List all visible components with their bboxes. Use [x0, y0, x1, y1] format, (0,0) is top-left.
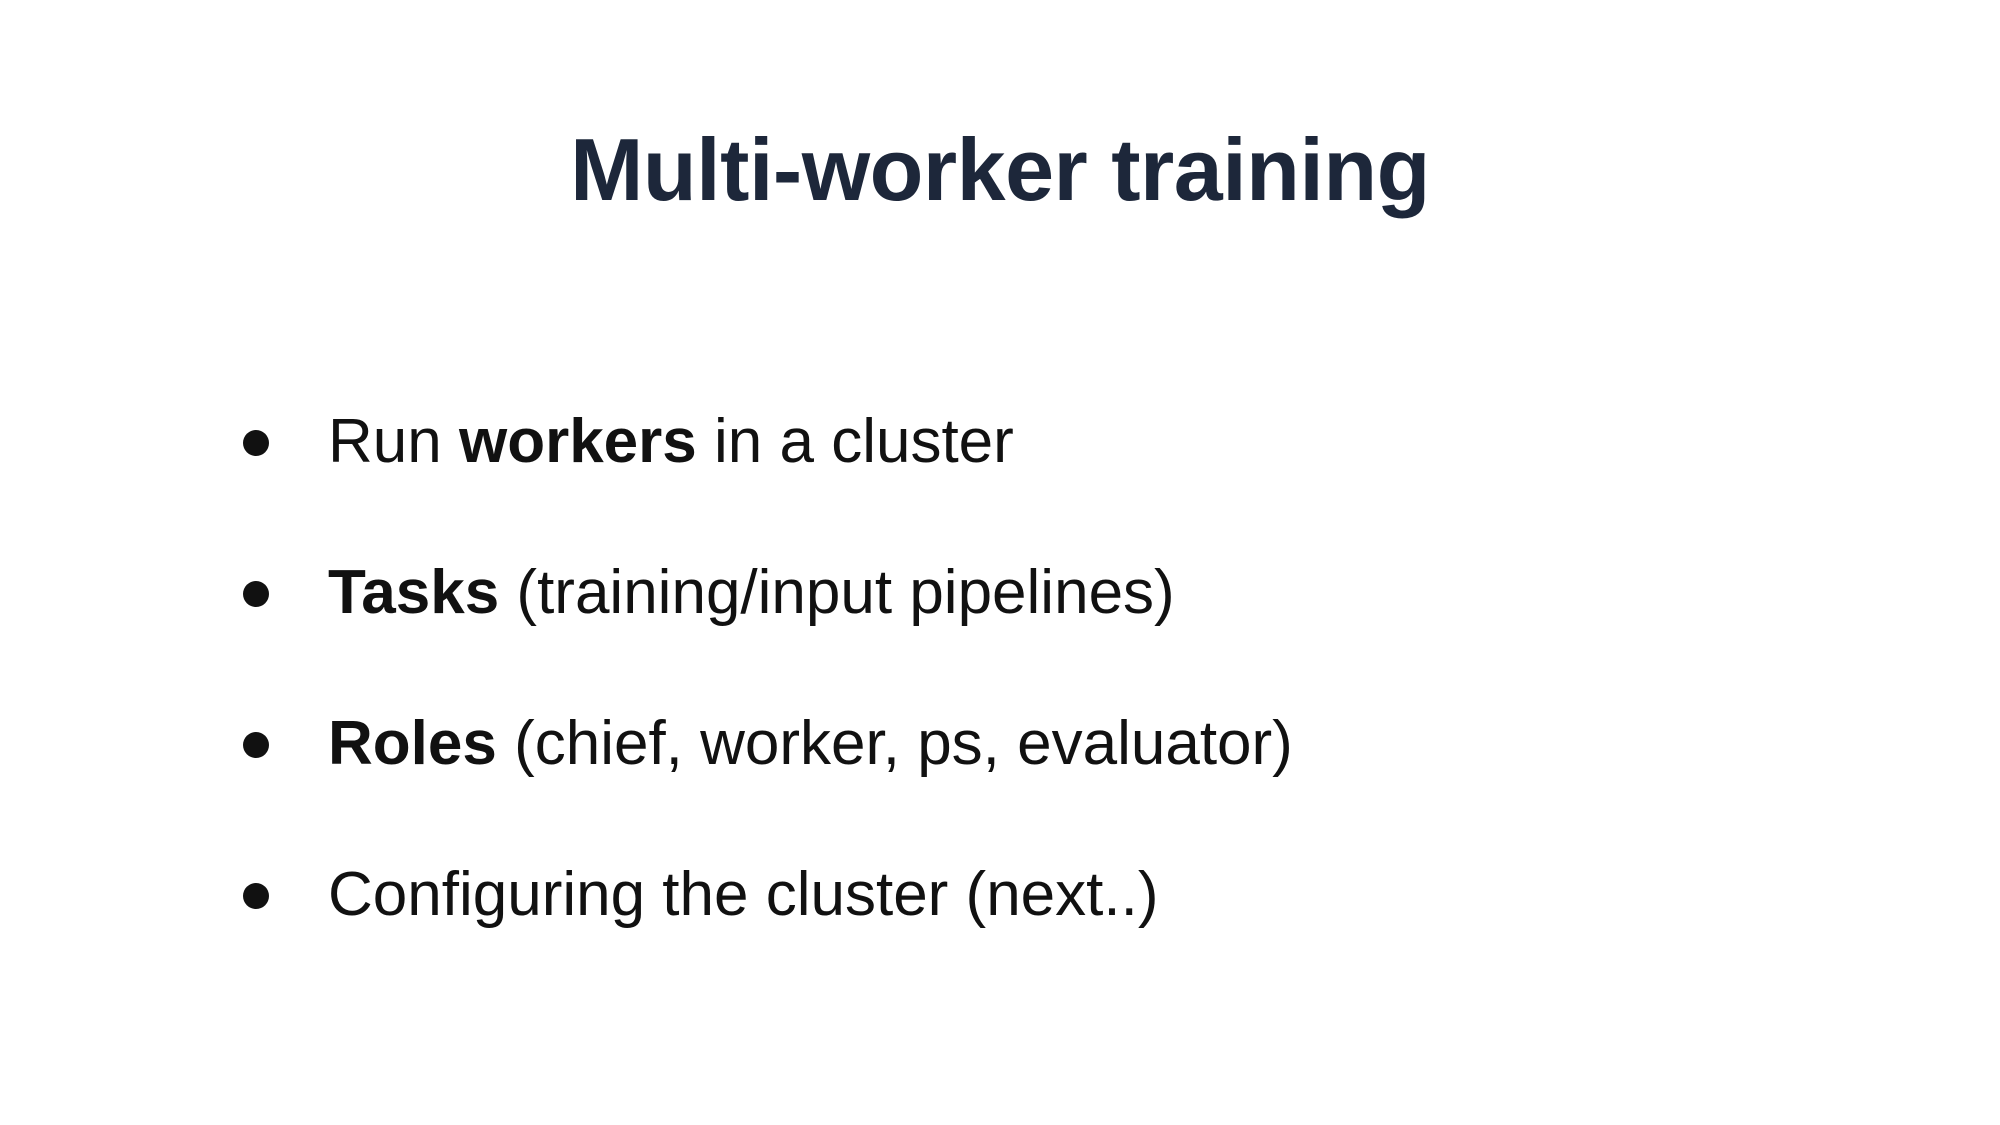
bullet-text-plain: Run [328, 407, 459, 476]
bullet-item-configuring-cluster: Configuring the cluster (next..) [0, 855, 2000, 935]
bullet-text-plain: Configuring the cluster (next..) [328, 860, 1159, 929]
bullet-list: Run workers in a cluster Tasks (training… [0, 0, 2000, 1125]
bullet-text-plain: (training/input pipelines) [499, 558, 1175, 627]
bullet-text: Configuring the cluster (next..) [328, 855, 1159, 935]
bullet-text: Roles (chief, worker, ps, evaluator) [328, 704, 1293, 784]
bullet-dot-icon [243, 430, 269, 456]
bullet-text-bold: workers [458, 407, 697, 476]
bullet-text: Run workers in a cluster [328, 402, 1014, 482]
bullet-dot-icon [243, 883, 269, 909]
bullet-dot-icon [243, 581, 269, 607]
bullet-text-bold: Tasks [328, 558, 500, 627]
bullet-text: Tasks (training/input pipelines) [328, 553, 1175, 633]
bullet-text-plain: (chief, worker, ps, evaluator) [496, 709, 1293, 778]
bullet-item-run-workers: Run workers in a cluster [0, 402, 2000, 482]
bullet-item-roles: Roles (chief, worker, ps, evaluator) [0, 704, 2000, 784]
bullet-text-bold: Roles [328, 709, 497, 778]
bullet-item-tasks: Tasks (training/input pipelines) [0, 553, 2000, 633]
bullet-text-plain: in a cluster [696, 407, 1014, 476]
slide: Multi-worker training Run workers in a c… [0, 0, 2000, 1125]
bullet-dot-icon [243, 732, 269, 758]
